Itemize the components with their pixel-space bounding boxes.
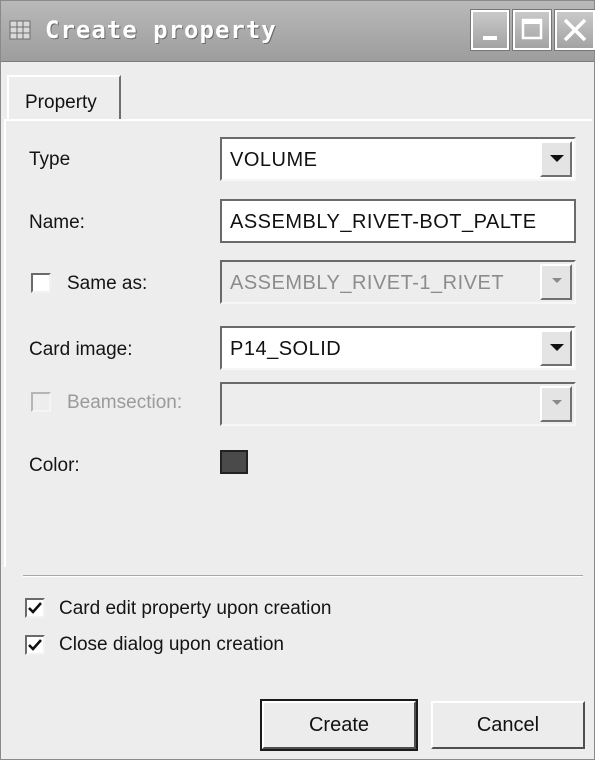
- minimize-button[interactable]: [470, 9, 510, 51]
- title-bar[interactable]: Create property: [1, 1, 595, 62]
- same-as-label: Same as:: [67, 273, 148, 294]
- name-input[interactable]: ASSEMBLY_RIVET-BOT_PALTE: [220, 199, 576, 243]
- checkmark-icon: [28, 639, 42, 651]
- maximize-button[interactable]: [512, 9, 552, 51]
- create-property-dialog: Create property Property Type VOLUME Nam…: [0, 0, 595, 760]
- close-dialog-label: Close dialog upon creation: [59, 634, 284, 655]
- color-swatch[interactable]: [220, 450, 248, 474]
- card-image-label: Card image:: [29, 339, 133, 360]
- chevron-down-icon: [550, 155, 564, 162]
- maximize-icon: [521, 18, 543, 40]
- checkmark-icon: [28, 602, 42, 614]
- cancel-button[interactable]: Cancel: [431, 701, 585, 749]
- name-label: Name:: [29, 212, 85, 233]
- beamsection-select[interactable]: [220, 382, 576, 426]
- card-edit-label: Card edit property upon creation: [59, 598, 332, 619]
- type-value: VOLUME: [230, 149, 318, 171]
- card-image-select[interactable]: P14_SOLID: [220, 326, 576, 370]
- close-button[interactable]: [554, 9, 595, 51]
- tab-property-label: Property: [25, 92, 97, 113]
- app-grid-icon: [9, 20, 31, 40]
- create-button[interactable]: Create: [260, 699, 418, 751]
- beamsection-checkbox[interactable]: [31, 392, 51, 412]
- color-label: Color:: [29, 455, 80, 476]
- same-as-value: ASSEMBLY_RIVET-1_RIVET: [230, 272, 505, 294]
- beamsection-label: Beamsection:: [67, 392, 183, 413]
- same-as-checkbox[interactable]: [31, 273, 51, 293]
- same-as-select[interactable]: ASSEMBLY_RIVET-1_RIVET: [220, 260, 576, 304]
- card-image-value: P14_SOLID: [230, 338, 342, 360]
- close-dialog-checkbox[interactable]: [25, 635, 45, 655]
- window-title: Create property: [45, 16, 277, 44]
- same-as-dropdown-button[interactable]: [540, 264, 572, 300]
- chevron-down-icon: [550, 344, 564, 351]
- minimize-icon: [483, 36, 497, 40]
- type-select[interactable]: VOLUME: [220, 137, 576, 181]
- type-dropdown-button[interactable]: [540, 141, 572, 177]
- type-label: Type: [29, 149, 71, 170]
- card-image-dropdown-button[interactable]: [540, 330, 572, 366]
- beamsection-dropdown-button[interactable]: [540, 386, 572, 422]
- tab-property[interactable]: Property: [7, 75, 121, 121]
- card-edit-checkbox[interactable]: [25, 598, 45, 618]
- separator: [23, 575, 583, 577]
- chevron-down-icon: [552, 278, 562, 283]
- name-value: ASSEMBLY_RIVET-BOT_PALTE: [230, 211, 537, 233]
- chevron-down-icon: [552, 400, 562, 405]
- close-icon: [563, 18, 587, 42]
